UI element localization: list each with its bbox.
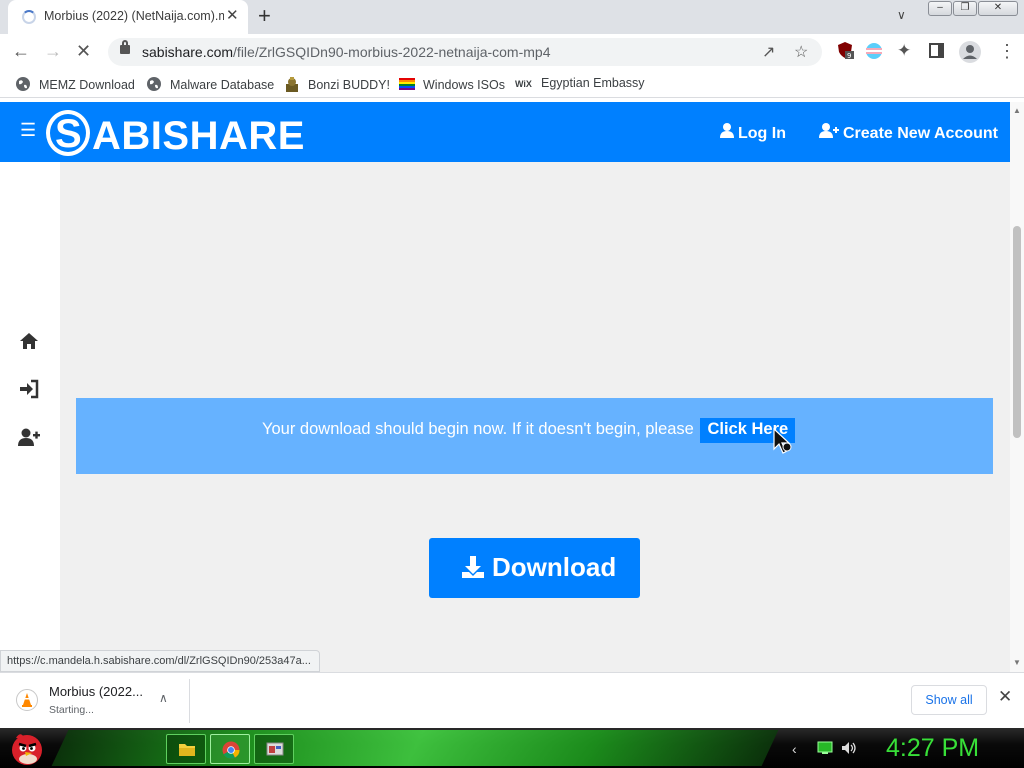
tab-strip: Morbius (2022) (NetNaija.com).mp4 ✕ + ∨ …	[0, 0, 1024, 34]
tab-title: Morbius (2022) (NetNaija.com).mp4	[44, 9, 224, 23]
bonzi-icon	[286, 77, 298, 92]
show-all-button[interactable]: Show all	[911, 685, 987, 715]
download-file-name[interactable]: Morbius (2022...	[49, 684, 143, 699]
ublock-shield-icon[interactable]: 9	[836, 41, 854, 59]
status-url-bubble: https://c.mandela.h.sabishare.com/dl/Zrl…	[0, 650, 320, 672]
login-link[interactable]: Log In	[720, 123, 786, 143]
tab-close-icon[interactable]: ✕	[226, 7, 239, 25]
new-tab-button[interactable]: +	[258, 4, 271, 28]
side-nav	[0, 162, 60, 672]
browser-toolbar: ← → ✕ sabishare.com/file/ZrlGSQIDn90-mor…	[0, 34, 1024, 70]
tab-search-chevron-icon[interactable]: ∨	[897, 8, 906, 22]
folder-icon	[179, 744, 195, 756]
alert-message: Your download should begin now. If it do…	[262, 418, 796, 443]
vlc-file-icon	[16, 689, 38, 711]
side-panel-icon[interactable]	[929, 43, 944, 58]
taskbar-app-button[interactable]	[254, 734, 294, 764]
tray-volume-icon[interactable]	[841, 741, 857, 755]
globe-icon	[16, 77, 30, 91]
restore-window-button[interactable]: ❐	[953, 1, 977, 16]
scroll-up-icon[interactable]: ▲	[1013, 106, 1021, 115]
bookmarks-bar: MEMZ Download Malware Database Bonzi BUD…	[0, 70, 1024, 98]
stop-loading-icon[interactable]: ✕	[76, 41, 91, 61]
taskbar	[0, 728, 1024, 768]
close-shelf-icon[interactable]: ✕	[998, 687, 1012, 707]
trans-flag-extension-icon[interactable]	[865, 43, 883, 61]
share-icon[interactable]: ↗	[762, 42, 775, 62]
main-content: Your download should begin now. If it do…	[60, 162, 1010, 672]
browser-tab[interactable]: Morbius (2022) (NetNaija.com).mp4 ✕	[8, 0, 248, 34]
user-plus-icon[interactable]	[18, 426, 40, 448]
wix-icon: WiX	[515, 79, 532, 89]
bookmark-memz[interactable]: MEMZ Download	[15, 76, 135, 92]
lock-icon[interactable]	[120, 40, 130, 54]
tray-bluetooth-icon[interactable]: ‹	[792, 741, 797, 757]
page-scrollbar[interactable]: ▲ ▼	[1010, 102, 1024, 672]
download-shelf: Morbius (2022... Starting... ∧ Show all …	[0, 672, 1024, 728]
taskbar-clock[interactable]: 4:27 PM	[886, 734, 979, 763]
user-plus-icon	[819, 123, 839, 138]
minimize-window-button[interactable]: –	[928, 1, 952, 16]
scroll-down-icon[interactable]: ▼	[1013, 658, 1021, 667]
download-alert: Your download should begin now. If it do…	[76, 398, 993, 474]
logo-text: ABISHARE	[92, 114, 305, 158]
download-label: Download	[492, 552, 617, 582]
taskbar-explorer-button[interactable]	[166, 734, 206, 764]
address-bar[interactable]: sabishare.com/file/ZrlGSQIDn90-morbius-2…	[108, 38, 822, 66]
profile-avatar-icon[interactable]	[958, 40, 982, 64]
tray-network-icon[interactable]	[817, 741, 833, 755]
taskbar-chrome-button[interactable]	[210, 734, 250, 764]
logo-s-emblem: S	[46, 110, 90, 156]
chrome-icon	[222, 741, 240, 759]
bookmark-star-icon[interactable]: ☆	[794, 42, 808, 62]
web-page: ☰ S ABISHARE Log In Create New Account Y…	[0, 102, 1010, 672]
app-window-icon	[266, 742, 284, 756]
loading-spinner-icon	[22, 10, 36, 24]
close-window-button[interactable]: ✕	[978, 1, 1018, 16]
user-icon	[720, 123, 734, 138]
menu-kebab-icon[interactable]: ⋮	[998, 41, 1016, 61]
globe-icon	[147, 77, 161, 91]
taskbar-glow	[51, 730, 779, 766]
download-status: Starting...	[49, 704, 94, 716]
extension-badge: 9	[847, 52, 851, 59]
scroll-thumb[interactable]	[1013, 226, 1021, 438]
sign-in-icon[interactable]	[18, 378, 40, 400]
bookmark-malware-database[interactable]: Malware Database	[146, 76, 274, 92]
download-icon	[462, 556, 484, 578]
bookmark-egyptian-embassy[interactable]: WiX Egyptian Embassy	[515, 76, 645, 95]
back-arrow-icon[interactable]: ←	[12, 41, 30, 61]
angry-bird-start-icon[interactable]	[8, 729, 46, 767]
rainbow-flag-icon	[399, 78, 415, 90]
extensions-puzzle-icon[interactable]: ✦	[897, 41, 911, 61]
create-account-link[interactable]: Create New Account	[819, 123, 998, 143]
site-header: ☰ S ABISHARE Log In Create New Account	[0, 102, 1010, 162]
divider	[189, 679, 190, 723]
bookmark-windows-isos[interactable]: Windows ISOs	[399, 76, 505, 92]
bookmark-bonzi-buddy[interactable]: Bonzi BUDDY!	[284, 76, 390, 92]
hamburger-menu-icon[interactable]: ☰	[20, 120, 36, 141]
url-text[interactable]: sabishare.com/file/ZrlGSQIDn90-morbius-2…	[142, 44, 551, 60]
forward-arrow-icon[interactable]: →	[44, 41, 62, 61]
chevron-up-icon[interactable]: ∧	[159, 691, 168, 705]
home-icon[interactable]	[18, 330, 40, 352]
mouse-cursor-icon	[773, 427, 792, 454]
download-button[interactable]: Download	[429, 538, 640, 598]
